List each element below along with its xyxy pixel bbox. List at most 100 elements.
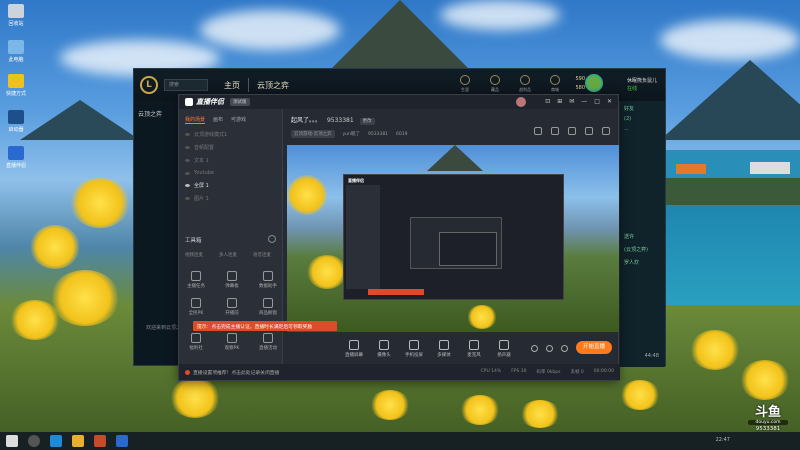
eye-icon[interactable]	[185, 133, 190, 136]
tip-banner[interactable]: 提示：点击完成主播认证，直播时长满足后可领取奖励	[193, 321, 337, 331]
maximize-button[interactable]: □	[594, 98, 600, 105]
tool-label: 观察PK	[224, 346, 240, 351]
game-icon[interactable]	[94, 435, 106, 447]
phone-cast-button[interactable]: 手机投屏	[403, 340, 425, 358]
taskbar: 22:47	[0, 432, 800, 450]
toolbox-row: 主播任务 弹幕板 数据助手	[185, 271, 279, 289]
eye-icon[interactable]	[185, 159, 190, 162]
bell-icon[interactable]	[585, 127, 593, 135]
tool-button[interactable]: 直播活动	[257, 333, 279, 351]
profile-button[interactable]: 生涯	[455, 75, 475, 93]
button-label: 藏品	[491, 87, 499, 92]
tool-button[interactable]: 全民PK	[185, 298, 207, 316]
button-label: 战利品	[519, 87, 531, 92]
tool-voice-link[interactable]: 语音连麦	[253, 252, 271, 258]
bottom-right-icons	[531, 345, 568, 352]
home-icon	[227, 333, 237, 343]
eye-icon[interactable]	[185, 171, 190, 175]
friends-more[interactable]: ...	[624, 126, 661, 132]
profile-icon	[460, 75, 470, 85]
tool-button[interactable]: 福利社	[185, 333, 207, 351]
speaker-button[interactable]: 扬声器	[493, 340, 515, 358]
scene-item[interactable]: 文本 1	[179, 154, 282, 167]
camera-button[interactable]: 摄像头	[373, 340, 395, 358]
eye-icon[interactable]	[546, 345, 553, 352]
tool-multi-link[interactable]: 多人连麦	[219, 252, 237, 258]
record-icon[interactable]	[531, 345, 538, 352]
minimize-button[interactable]: —	[581, 98, 587, 105]
tool-button[interactable]: 主播任务	[185, 271, 207, 289]
gift-icon[interactable]	[534, 127, 542, 135]
eye-icon[interactable]	[185, 184, 190, 187]
close-button[interactable]: ✕	[607, 98, 612, 105]
microphone-button[interactable]: 麦克风	[463, 340, 485, 358]
status-text[interactable]: 直播设置项推荐！点击此处记录关闭直播	[193, 369, 279, 376]
desktop-icon-shortcut[interactable]: 快捷方式	[4, 74, 28, 97]
eye-icon[interactable]	[185, 146, 190, 149]
media-button[interactable]: 多媒体	[433, 340, 455, 358]
desktop-icon-label: 回收站	[8, 21, 24, 27]
live-logo-icon	[185, 98, 193, 106]
room-title-text[interactable]: 起风了。。。	[291, 117, 321, 124]
scene-item[interactable]: Youtube	[179, 167, 282, 179]
pk-icon	[191, 298, 201, 308]
scene-label: Youtube	[194, 170, 214, 176]
folder-icon[interactable]	[72, 435, 84, 447]
trophy-icon[interactable]	[551, 127, 559, 135]
search-icon[interactable]	[28, 435, 40, 447]
tool-button[interactable]: 数据助手	[257, 271, 279, 289]
share-icon[interactable]	[602, 127, 610, 135]
start-icon[interactable]	[6, 435, 18, 447]
tool-button[interactable]: 商品橱窗	[257, 298, 279, 316]
layout-button[interactable]: ⊞	[557, 98, 562, 105]
desktop-icon-computer[interactable]: 此电脑	[4, 40, 28, 63]
store-button[interactable]: 商城	[545, 75, 565, 93]
desktop-icon-launcher[interactable]: 启动器	[4, 110, 28, 133]
live-titlebar: 直播伴侣 测试版 ⊡ ⊞ ✉ — □ ✕	[179, 95, 618, 109]
edit-title-button[interactable]: 更改	[359, 118, 375, 125]
tool-button[interactable]: 开播前	[221, 298, 243, 316]
stream-preview[interactable]: 直播伴侣	[287, 145, 619, 332]
currency-rp: 590	[575, 76, 585, 82]
tool-video-link[interactable]: 视频连麦	[185, 252, 203, 258]
avatar[interactable]	[585, 74, 603, 92]
flower	[620, 380, 660, 410]
scene-item[interactable]: 全屏 1	[179, 179, 282, 192]
tool-button[interactable]: 弹幕板	[221, 271, 243, 289]
league-logo-icon[interactable]: L	[140, 76, 158, 94]
screen-capture-button[interactable]: 直播屏幕	[343, 340, 365, 358]
settings-icon[interactable]	[561, 345, 568, 352]
nav-tft[interactable]: 云顶之弈	[257, 80, 289, 91]
friend-item[interactable]: (云顶之弈)	[624, 246, 648, 253]
chart-icon[interactable]	[568, 127, 576, 135]
desktop-icon-recycle-bin[interactable]: 回收站	[4, 4, 28, 27]
start-live-button[interactable]: 开始直播	[576, 341, 612, 354]
collection-button[interactable]: 藏品	[485, 75, 505, 93]
tab-games[interactable]: 可游戏	[231, 116, 246, 124]
nav-home[interactable]: 主页	[224, 80, 240, 91]
scene-item[interactable]: 图片 1	[179, 192, 282, 205]
scene-item[interactable]: 云顶游戏模式1	[179, 128, 282, 141]
edge-icon[interactable]	[50, 435, 62, 447]
scene-item[interactable]: 音频配置	[179, 141, 282, 154]
friend-item[interactable]: 罗人炊	[624, 259, 639, 266]
avatar[interactable]	[516, 97, 526, 107]
skin-button[interactable]: ⊡	[545, 98, 550, 105]
desktop-icon-live-assistant[interactable]: 直播伴侣	[4, 146, 28, 169]
category-chip[interactable]: 云顶游戏-云顶之弈	[291, 130, 335, 138]
tab-my-scenes[interactable]: 我的场景	[185, 116, 206, 124]
eye-icon[interactable]	[185, 197, 190, 200]
friends-header[interactable]: 好友	[624, 105, 661, 112]
mail-button[interactable]: ✉	[569, 98, 574, 105]
friend-item[interactable]: 送许	[624, 233, 634, 240]
tab-canvas[interactable]: 画布	[213, 116, 223, 124]
tool-label: 商品橱窗	[259, 311, 277, 316]
live-app-icon[interactable]	[116, 435, 128, 447]
tool-button[interactable]: 观察PK	[221, 333, 243, 351]
scene-label: 全屏 1	[194, 183, 209, 189]
loot-button[interactable]: 战利品	[515, 75, 535, 93]
flower	[467, 305, 497, 329]
league-search-box[interactable]: 搜索	[164, 79, 208, 91]
system-clock[interactable]: 22:47	[716, 437, 730, 443]
more-icon[interactable]	[268, 235, 276, 243]
